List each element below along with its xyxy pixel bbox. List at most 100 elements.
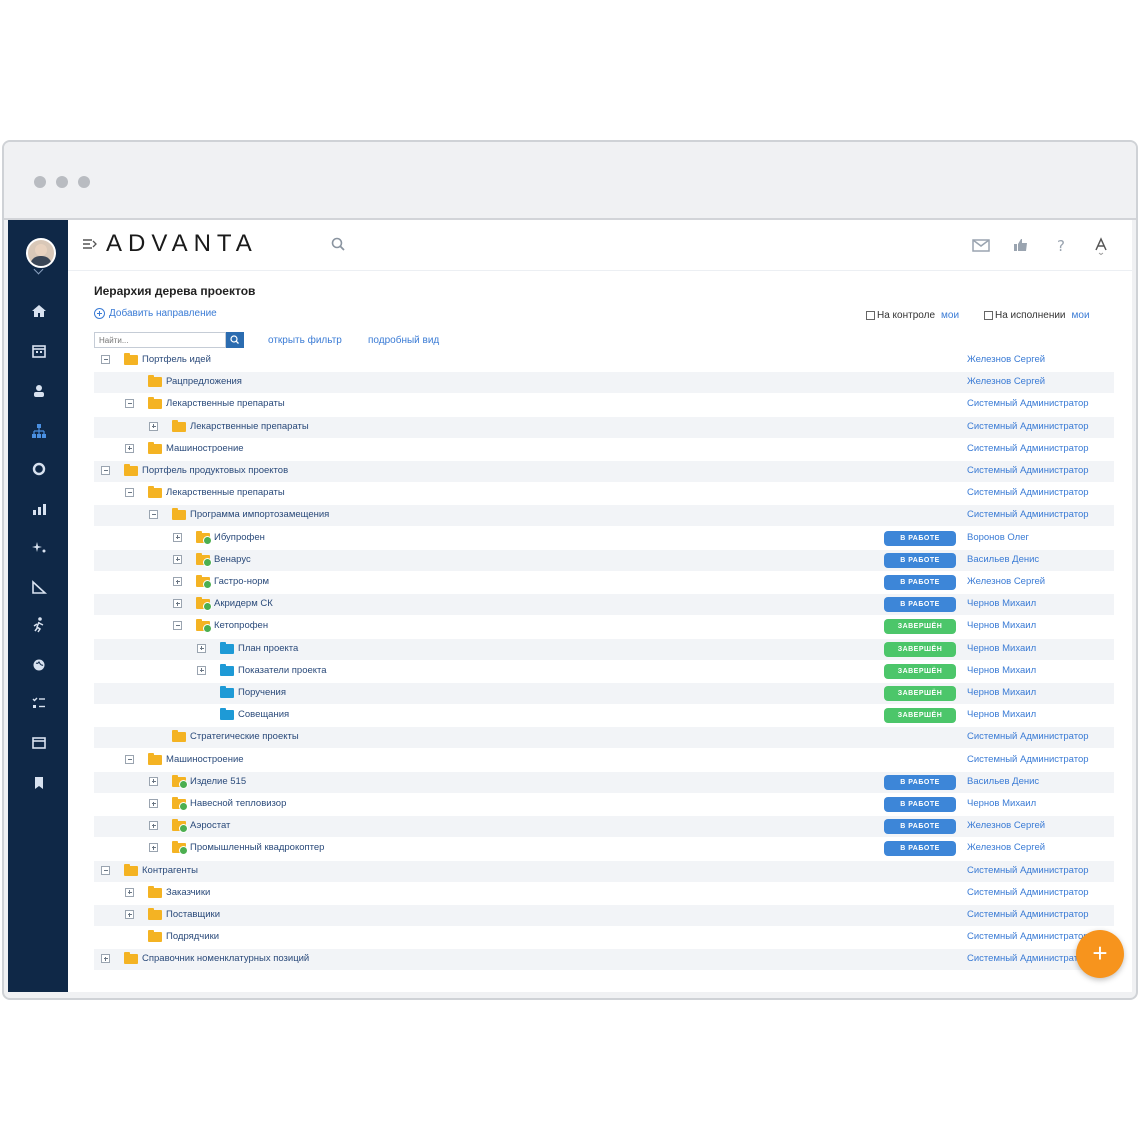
tree-row[interactable]: Ибупрофен В РАБОТЕ Воронов Олег — [94, 528, 1114, 549]
expand-toggle-icon[interactable] — [197, 665, 206, 675]
owner-link[interactable]: Железнов Сергей — [967, 376, 1045, 387]
window-icon[interactable] — [28, 732, 50, 754]
expand-toggle-icon[interactable] — [125, 443, 134, 453]
tree-row[interactable]: Справочник номенклатурных позиций Системн… — [94, 949, 1114, 971]
expand-toggle-icon[interactable] — [149, 776, 158, 786]
tree-item-name[interactable]: Портфель продуктовых проектов — [142, 465, 288, 476]
tree-row[interactable]: Портфель продуктовых проектов Системный А… — [94, 461, 1114, 482]
tree-row[interactable]: Подрядчики Системный Администратор — [94, 927, 1114, 948]
sparkle-icon[interactable] — [28, 536, 50, 558]
owner-link[interactable]: Васильев Денис — [967, 776, 1039, 787]
app-logo[interactable]: ADVANTA — [106, 230, 258, 258]
owner-link[interactable]: Железнов Сергей — [967, 842, 1045, 853]
expand-toggle-icon[interactable] — [197, 643, 206, 653]
owner-link[interactable]: Железнов Сергей — [967, 820, 1045, 831]
tree-row[interactable]: Машиностроение Системный Администратор — [94, 439, 1114, 460]
tree-item-name[interactable]: Справочник номенклатурных позиций — [142, 953, 309, 964]
owner-link[interactable]: Воронов Олег — [967, 532, 1029, 543]
on-execution-mine-link[interactable]: мои — [1072, 310, 1090, 321]
tree-item-name[interactable]: Контрагенты — [142, 865, 198, 876]
tree-row[interactable]: Рацпредложения Железнов Сергей — [94, 372, 1114, 394]
add-fab-button[interactable]: + — [1076, 930, 1124, 978]
tree-item-name[interactable]: Машиностроение — [166, 443, 244, 454]
tree-row[interactable]: Лекарственные препараты Системный Админис… — [94, 483, 1114, 504]
tree-item-name[interactable]: Кетопрофен — [214, 620, 268, 631]
expand-toggle-icon[interactable] — [149, 799, 158, 808]
owner-link[interactable]: Системный Администратор — [967, 398, 1089, 409]
owner-link[interactable]: Системный Администратор — [967, 487, 1089, 498]
tree-search-input[interactable] — [94, 332, 226, 348]
tree-item-name[interactable]: Стратегические проекты — [190, 731, 299, 742]
tree-item-name[interactable]: Поручения — [238, 687, 286, 698]
tree-row[interactable]: Аэростат В РАБОТЕ Железнов Сергей — [94, 816, 1114, 838]
collapse-toggle-icon[interactable] — [125, 399, 134, 409]
expand-toggle-icon[interactable] — [149, 421, 158, 431]
tree-row[interactable]: Изделие 515 В РАБОТЕ Васильев Денис — [94, 771, 1114, 793]
tree-item-name[interactable]: Венарус — [214, 554, 251, 565]
owner-link[interactable]: Системный Администратор — [967, 731, 1089, 742]
owner-link[interactable]: Чернов Михаил — [967, 643, 1036, 654]
owner-link[interactable]: Системный Администратор — [967, 887, 1089, 898]
bookmark-icon[interactable] — [28, 772, 50, 794]
collapse-toggle-icon[interactable] — [101, 355, 110, 364]
tree-item-name[interactable]: Лекарственные препараты — [166, 398, 285, 409]
owner-link[interactable]: Чернов Михаил — [967, 798, 1036, 809]
tree-row[interactable]: Поручения ЗАВЕРШЁН Чернов Михаил — [94, 683, 1114, 704]
owner-link[interactable]: Чернов Михаил — [967, 709, 1036, 720]
owner-link[interactable]: Системный Администратор — [967, 465, 1089, 476]
ruler-icon[interactable] — [28, 576, 50, 598]
on-control-checkbox[interactable] — [866, 311, 875, 320]
tree-row[interactable]: Кетопрофен ЗАВЕРШЁН Чернов Михаил — [94, 616, 1114, 637]
window-dot-maximize[interactable] — [78, 176, 90, 188]
owner-link[interactable]: Железнов Сергей — [967, 576, 1045, 587]
owner-link[interactable]: Чернов Михаил — [967, 620, 1036, 631]
on-execution-checkbox[interactable] — [984, 311, 993, 320]
tree-item-name[interactable]: Лекарственные препараты — [190, 421, 309, 432]
owner-link[interactable]: Чернов Михаил — [967, 687, 1036, 698]
tree-item-name[interactable]: Промышленный квадрокоптер — [190, 842, 324, 853]
owner-link[interactable]: Системный Администратор — [967, 443, 1089, 454]
tree-item-name[interactable]: Гастро-норм — [214, 576, 269, 587]
chart-icon[interactable] — [28, 498, 50, 520]
tree-row[interactable]: Совещания ЗАВЕРШЁН Чернов Михаил — [94, 705, 1114, 726]
tree-row[interactable]: План проекта ЗАВЕРШЁН Чернов Михаил — [94, 638, 1114, 660]
tree-row[interactable]: Акридерм СК В РАБОТЕ Чернов Михаил — [94, 594, 1114, 616]
owner-link[interactable]: Васильев Денис — [967, 554, 1039, 565]
tree-item-name[interactable]: Программа импортозамещения — [190, 509, 329, 520]
tree-row[interactable]: Венарус В РАБОТЕ Васильев Денис — [94, 549, 1114, 571]
tree-row[interactable]: Лекарственные препараты Системный Админис… — [94, 416, 1114, 438]
expand-toggle-icon[interactable] — [101, 954, 110, 964]
mail-icon[interactable] — [970, 234, 992, 256]
expand-toggle-icon[interactable] — [173, 599, 182, 609]
users-icon[interactable] — [28, 380, 50, 402]
tree-item-name[interactable]: Изделие 515 — [190, 776, 246, 787]
collapse-toggle-icon[interactable] — [101, 466, 110, 475]
on-control-mine-link[interactable]: мои — [941, 310, 959, 321]
menu-icon[interactable] — [82, 236, 98, 257]
window-dot-minimize[interactable] — [56, 176, 68, 188]
owner-link[interactable]: Системный Администратор — [967, 509, 1089, 520]
tree-item-name[interactable]: Подрядчики — [166, 931, 219, 942]
search-button[interactable] — [226, 332, 244, 348]
search-icon[interactable] — [328, 234, 350, 256]
help-icon[interactable]: ? — [1050, 234, 1072, 256]
tree-item-name[interactable]: Ибупрофен — [214, 532, 265, 543]
collapse-toggle-icon[interactable] — [173, 621, 182, 631]
like-icon[interactable] — [1010, 234, 1032, 256]
tree-row[interactable]: Программа импортозамещения Системный Адми… — [94, 505, 1114, 527]
owner-link[interactable]: Чернов Михаил — [967, 665, 1036, 676]
expand-toggle-icon[interactable] — [125, 910, 134, 919]
collapse-toggle-icon[interactable] — [149, 510, 158, 520]
owner-link[interactable]: Чернов Михаил — [967, 598, 1036, 609]
tree-row[interactable]: Гастро-норм В РАБОТЕ Железнов Сергей — [94, 572, 1114, 593]
calendar-icon[interactable] — [28, 340, 50, 362]
tree-item-name[interactable]: Лекарственные препараты — [166, 487, 285, 498]
on-execution-filter[interactable]: На исполнении мои — [984, 310, 1090, 321]
tree-item-name[interactable]: Рацпредложения — [166, 376, 242, 387]
globe-icon[interactable] — [28, 654, 50, 676]
on-control-filter[interactable]: На контроле мои — [866, 310, 959, 321]
hierarchy-icon[interactable] — [28, 420, 50, 442]
tree-item-name[interactable]: Аэростат — [190, 820, 230, 831]
circle-icon[interactable] — [28, 458, 50, 480]
tree-row[interactable]: Показатели проекта ЗАВЕРШЁН Чернов Михаил — [94, 661, 1114, 682]
